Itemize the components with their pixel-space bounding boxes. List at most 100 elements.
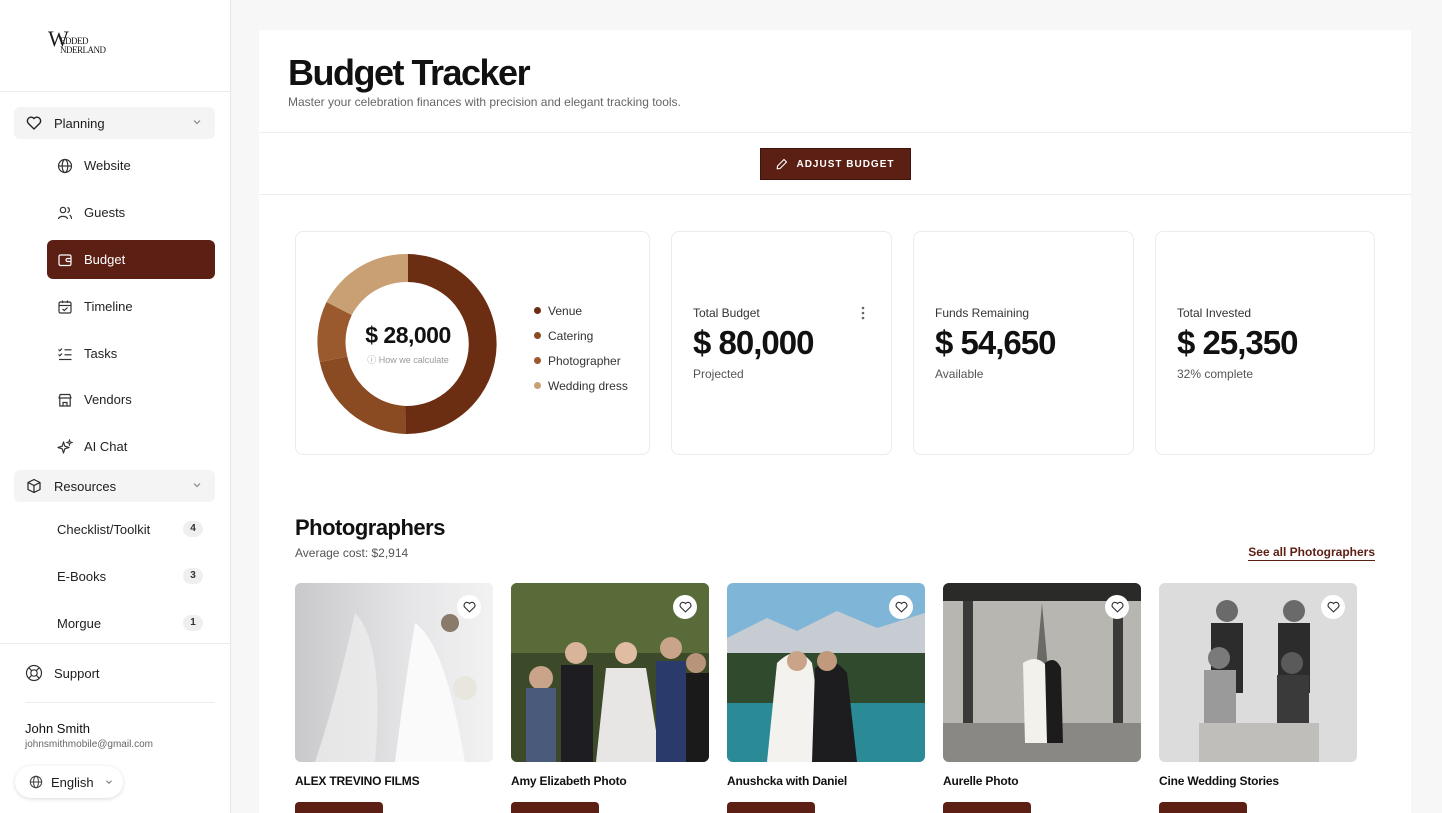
resource-item-checklist[interactable]: Checklist/Toolkit 4 [47, 514, 207, 544]
adjust-budget-button[interactable]: ADJUST BUDGET [760, 148, 911, 180]
page-title: Budget Tracker [288, 52, 531, 93]
sidebar-divider [25, 702, 215, 703]
stat-label: Funds Remaining [935, 306, 1030, 320]
resource-label: Checklist/Toolkit [57, 521, 151, 537]
sparkles-icon [57, 438, 73, 455]
vendor-action-button[interactable] [943, 802, 1031, 813]
average-cost: Average cost: $2,914 [295, 546, 409, 560]
vendor-action-button[interactable] [511, 802, 599, 813]
heart-icon [26, 115, 42, 131]
user-name: John Smith [25, 721, 91, 736]
support-link[interactable]: Support [25, 664, 100, 682]
box-icon [26, 478, 42, 494]
legend-item: Wedding dress [534, 373, 628, 398]
sidebar-item-tasks[interactable]: Tasks [47, 334, 215, 373]
sidebar-item-budget[interactable]: Budget [47, 240, 215, 279]
vendor-photo[interactable] [511, 583, 709, 762]
favorite-heart-icon[interactable] [673, 595, 697, 619]
favorite-heart-icon[interactable] [1105, 595, 1129, 619]
brand-logo[interactable]: W EDDED NDERLAND [48, 28, 138, 62]
vendor-photo[interactable] [295, 583, 493, 762]
sidebar-item-vendors[interactable]: Vendors [47, 380, 215, 419]
resource-label: E-Books [57, 568, 107, 584]
chevron-down-icon [193, 120, 201, 125]
vendor-card[interactable]: Amy Elizabeth Photo [511, 583, 709, 813]
vendor-name: Anushcka with Daniel [727, 774, 848, 788]
globe-icon [57, 158, 73, 174]
sidebar-item-ai-chat[interactable]: AI Chat [47, 427, 215, 466]
vendor-photo[interactable] [727, 583, 925, 762]
language-label: English [51, 774, 94, 790]
donut-segment-catering[interactable] [319, 356, 406, 435]
stat-value: $ 25,350 [1177, 324, 1298, 361]
divider [259, 132, 1411, 133]
chevron-down-icon [104, 777, 114, 787]
favorite-heart-icon[interactable] [1321, 595, 1345, 619]
sidebar-item-guests[interactable]: Guests [47, 193, 215, 232]
checklist-icon [57, 346, 73, 362]
calendar-icon [57, 299, 73, 315]
count-badge: 1 [183, 615, 203, 631]
stat-value: $ 80,000 [693, 324, 814, 361]
legend-dot [534, 307, 541, 314]
count-badge: 4 [183, 521, 203, 537]
resource-label: Morgue [57, 615, 102, 631]
adjust-budget-label: ADJUST BUDGET [796, 158, 895, 170]
total-invested-card: Total Invested $ 25,350 32% complete [1155, 231, 1375, 455]
legend-label: Catering [548, 328, 594, 343]
sidebar-item-label: AI Chat [84, 439, 128, 454]
store-icon [57, 392, 73, 408]
vendor-name: Cine Wedding Stories [1159, 774, 1279, 788]
stat-caption: Available [935, 367, 984, 381]
resource-item-ebooks[interactable]: E-Books 3 [47, 561, 207, 591]
stat-caption: 32% complete [1177, 367, 1254, 381]
language-selector[interactable]: English [15, 766, 123, 798]
legend-dot [534, 332, 541, 339]
vendor-card[interactable]: Aurelle Photo [943, 583, 1141, 813]
stat-caption: Projected [693, 367, 744, 381]
see-all-photographers-link[interactable]: See all Photographers [1248, 545, 1375, 561]
vendor-card[interactable]: Cine Wedding Stories [1159, 583, 1357, 813]
logo-line-2: NDERLAND [60, 45, 106, 55]
donut-legend: Venue Catering Photographer Wedding dres… [534, 298, 628, 398]
support-label: Support [54, 665, 100, 681]
favorite-heart-icon[interactable] [457, 595, 481, 619]
sidebar-item-website[interactable]: Website [47, 146, 215, 185]
user-email: johnsmithmobile@gmail.com [25, 739, 153, 750]
vendor-card[interactable]: Anushcka with Daniel [727, 583, 925, 813]
chevron-down-icon [193, 483, 201, 488]
vendor-action-button[interactable] [1159, 802, 1247, 813]
vendor-action-button[interactable] [295, 802, 383, 813]
legend-dot [534, 382, 541, 389]
donut-segment-wedding-dress[interactable] [326, 253, 409, 315]
planning-group-toggle[interactable]: Planning [14, 107, 215, 139]
sidebar-item-label: Tasks [84, 346, 118, 361]
resource-item-morgue[interactable]: Morgue 1 [47, 608, 207, 638]
vendor-name: Amy Elizabeth Photo [511, 774, 627, 788]
favorite-heart-icon[interactable] [889, 595, 913, 619]
funds-remaining-card: Funds Remaining $ 54,650 Available [913, 231, 1134, 455]
more-options-icon[interactable] [861, 306, 865, 320]
sidebar: W EDDED NDERLAND Planning Website Guests… [0, 0, 231, 813]
resources-group-toggle[interactable]: Resources [14, 470, 215, 502]
section-title: Photographers [295, 515, 445, 540]
stat-label: Total Budget [693, 306, 760, 320]
budget-donut-chart: $ 28,000 ⓘ How we calculate [316, 252, 500, 436]
vendor-name: Aurelle Photo [943, 774, 1019, 788]
sidebar-item-label: Timeline [84, 299, 133, 314]
stat-value: $ 54,650 [935, 324, 1056, 361]
sidebar-divider [0, 91, 231, 92]
planning-label: Planning [54, 115, 105, 131]
vendor-photo[interactable] [1159, 583, 1357, 762]
users-icon [57, 205, 73, 221]
vendor-card[interactable]: ALEX TREVINO FILMS [295, 583, 493, 813]
legend-item: Photographer [534, 348, 628, 373]
legend-item: Catering [534, 323, 628, 348]
vendor-action-button[interactable] [727, 802, 815, 813]
stat-label: Total Invested [1177, 306, 1252, 320]
vendor-photo[interactable] [943, 583, 1141, 762]
sidebar-item-timeline[interactable]: Timeline [47, 287, 215, 326]
lifebuoy-icon [25, 664, 43, 682]
how-we-calculate-link[interactable]: ⓘ How we calculate [316, 353, 500, 366]
total-budget-card: Total Budget $ 80,000 Projected [671, 231, 892, 455]
